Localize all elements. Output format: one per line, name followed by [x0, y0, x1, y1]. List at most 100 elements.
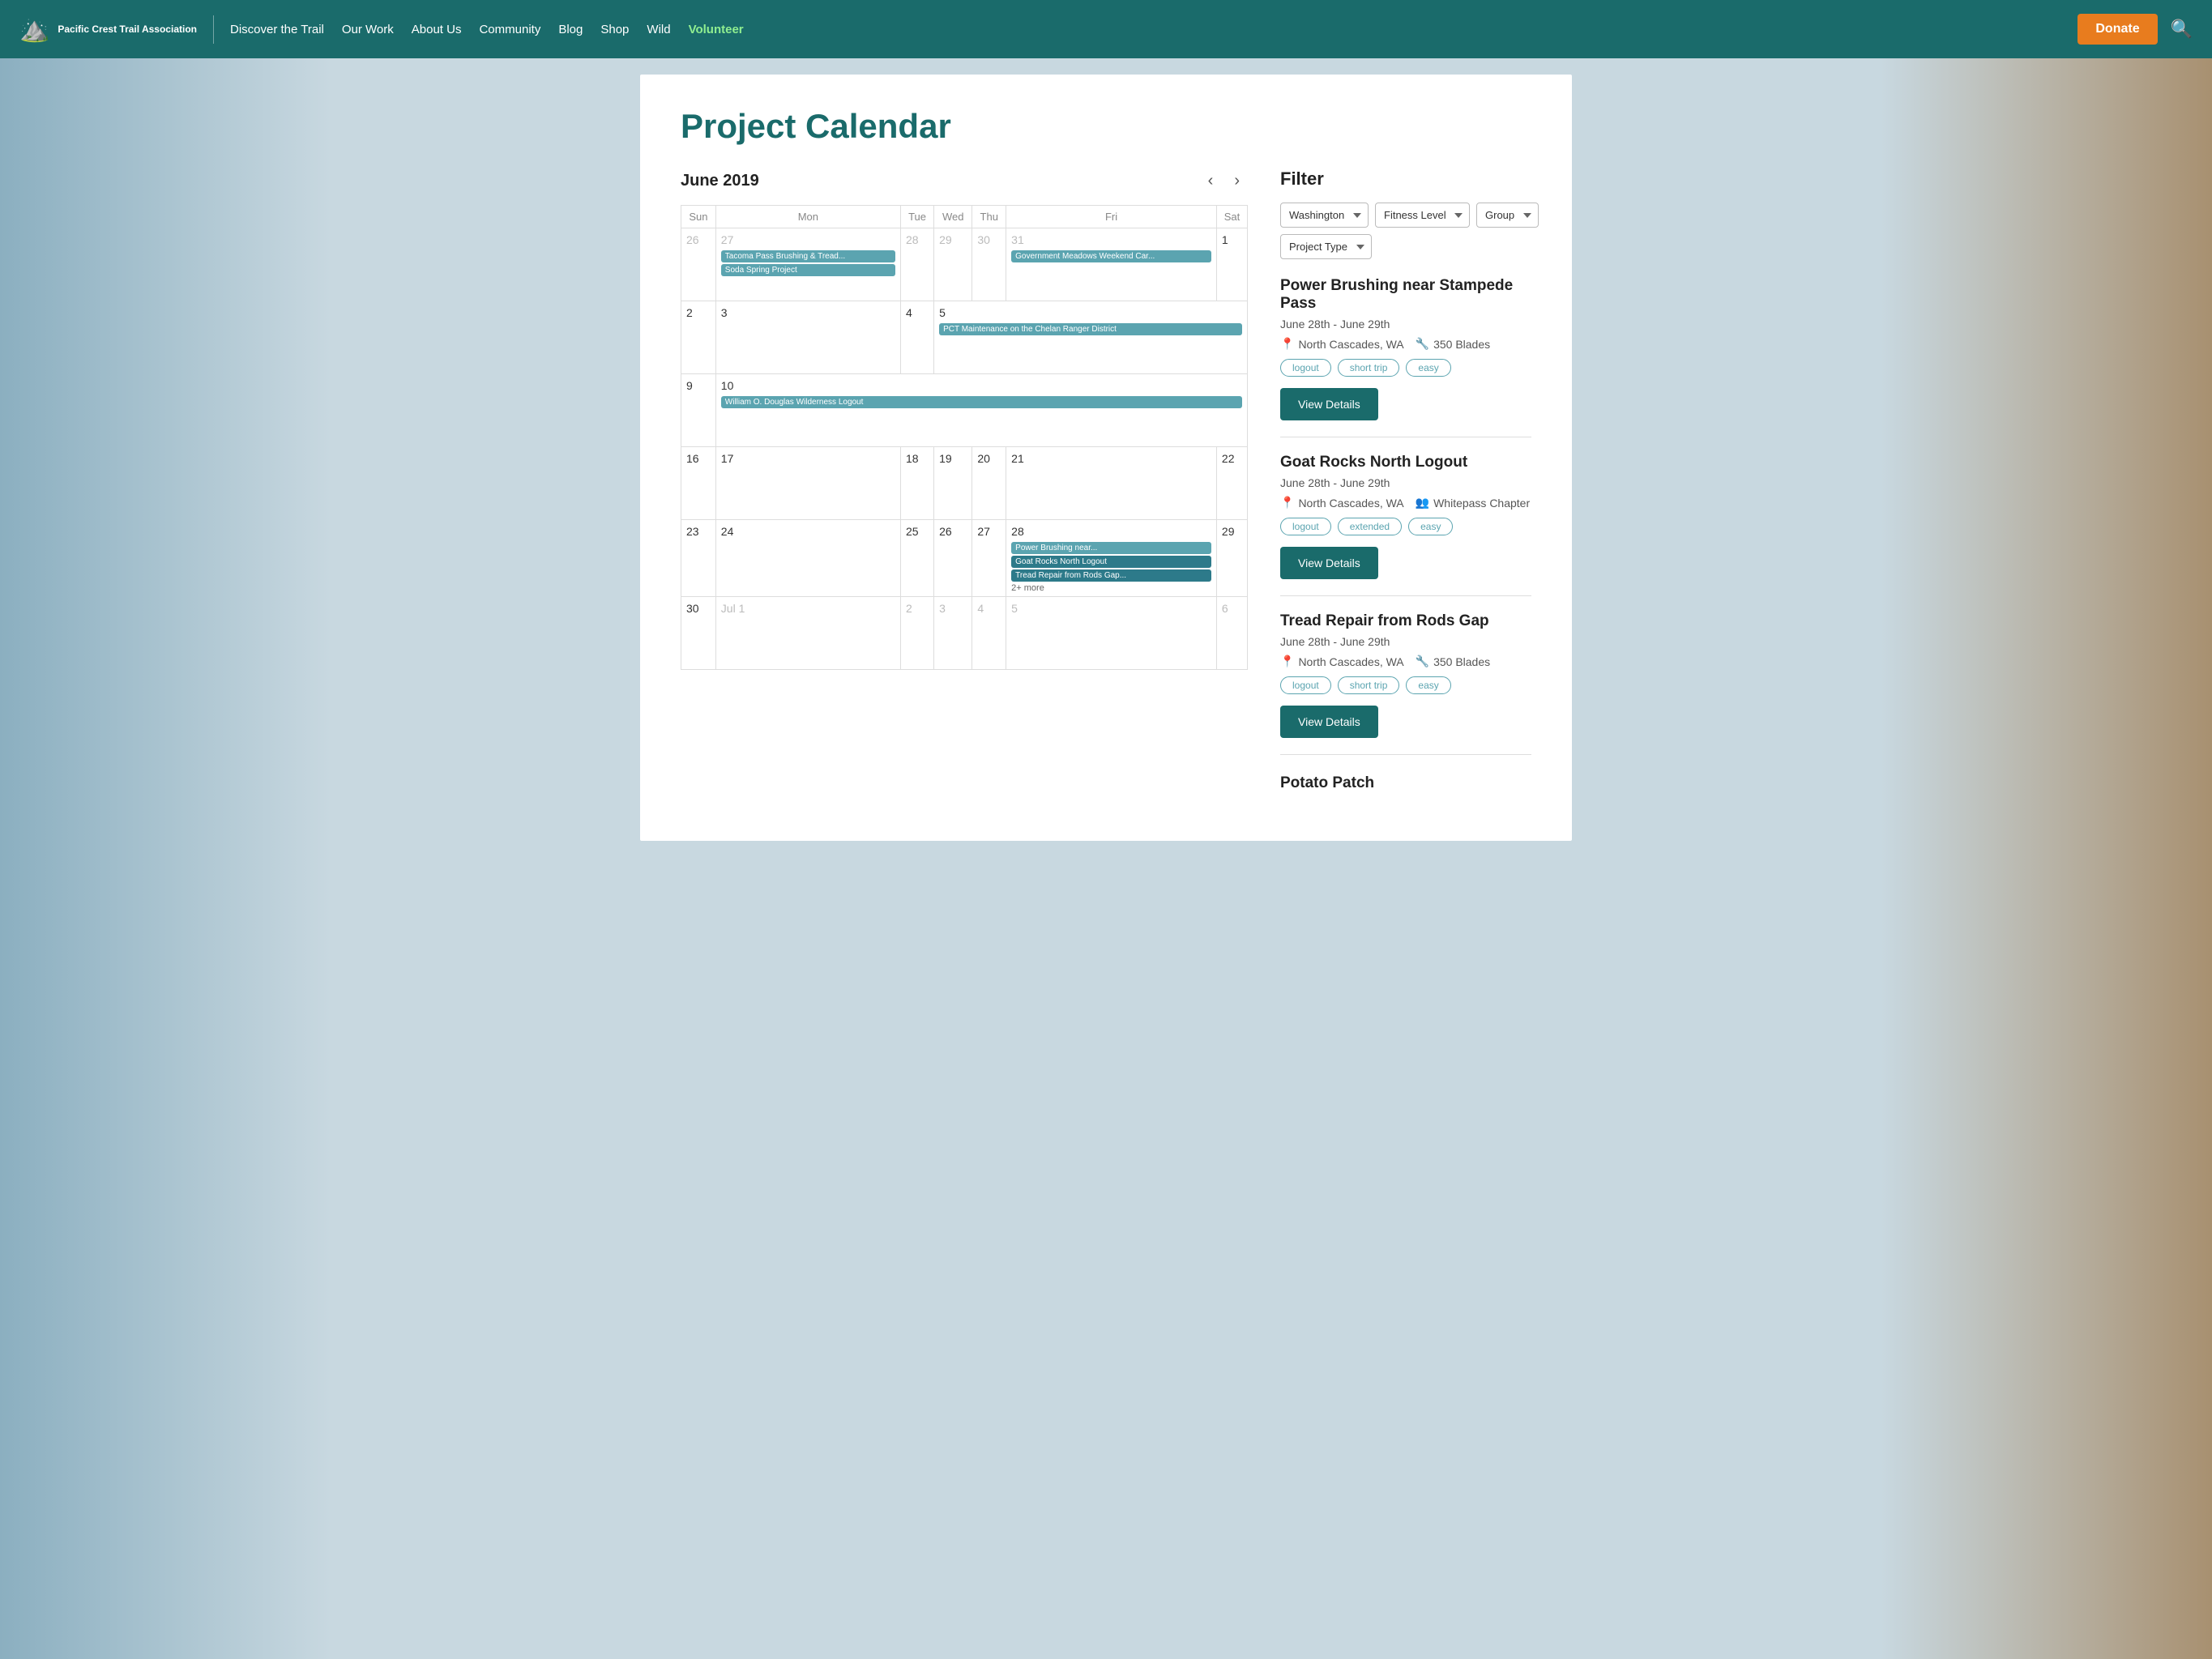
event-card-1: Power Brushing near Stampede Pass June 2…: [1280, 277, 1531, 437]
cal-event-william[interactable]: William O. Douglas Wilderness Logout: [721, 396, 1242, 408]
tag-easy-2: easy: [1408, 518, 1453, 535]
page-title: Project Calendar: [681, 107, 1531, 146]
event-1-location: 📍 North Cascades, WA: [1280, 337, 1404, 351]
cal-day-5: 5PCT Maintenance on the Chelan Ranger Di…: [934, 301, 1248, 374]
nav-link-discover[interactable]: Discover the Trail: [230, 23, 324, 36]
weekday-fri: Fri: [1006, 206, 1217, 228]
cal-day-jul4: 4: [972, 597, 1006, 670]
map-pin-icon-3: 📍: [1280, 655, 1294, 668]
cal-day-jul6: 6: [1216, 597, 1247, 670]
cal-day-29-may: 29: [934, 228, 972, 301]
cal-day-16: 16: [681, 447, 716, 520]
cal-day-30-may: 30: [972, 228, 1006, 301]
cal-day-18: 18: [900, 447, 933, 520]
cal-day-24: 24: [715, 520, 900, 597]
logo-text: Pacific Crest Trail Association: [58, 23, 197, 36]
nav-logo[interactable]: ⛰️ Pacific Crest Trail Association: [19, 15, 214, 44]
filter-fitness[interactable]: Fitness Level: [1375, 203, 1470, 228]
group-icon-2: 👥: [1416, 496, 1429, 510]
view-details-3-button[interactable]: View Details: [1280, 706, 1378, 738]
filter-title: Filter: [1280, 168, 1531, 190]
search-button[interactable]: 🔍: [2171, 19, 2193, 40]
event-card-4: Potato Patch: [1280, 771, 1531, 792]
event-card-3: Tread Repair from Rods Gap June 28th - J…: [1280, 612, 1531, 755]
donate-button[interactable]: Donate: [2077, 14, 2157, 45]
event-3-dates: June 28th - June 29th: [1280, 635, 1531, 648]
filter-washington[interactable]: Washington: [1280, 203, 1369, 228]
cal-day-21: 21: [1006, 447, 1217, 520]
cal-day-26-may: 26: [681, 228, 716, 301]
cal-event-tacoma[interactable]: Tacoma Pass Brushing & Tread...: [721, 250, 895, 262]
event-3-tags: logout short trip easy: [1280, 676, 1531, 694]
cal-day-jul2: 2: [900, 597, 933, 670]
nav-link-shop[interactable]: Shop: [600, 23, 629, 36]
cal-day-20: 20: [972, 447, 1006, 520]
cal-day-29: 29: [1216, 520, 1247, 597]
event-1-title: Power Brushing near Stampede Pass: [1280, 277, 1531, 313]
event-3-meta: 📍 North Cascades, WA 🔧 350 Blades: [1280, 655, 1531, 668]
tool-icon-3: 🔧: [1416, 655, 1429, 668]
filter-group[interactable]: Group: [1476, 203, 1539, 228]
event-card-2: Goat Rocks North Logout June 28th - June…: [1280, 454, 1531, 596]
prev-month-button[interactable]: ‹: [1200, 168, 1222, 194]
weekday-sat: Sat: [1216, 206, 1247, 228]
nav-link-wild[interactable]: Wild: [647, 23, 670, 36]
tag-extended-2: extended: [1338, 518, 1402, 535]
cal-event-power[interactable]: Power Brushing near...: [1011, 542, 1211, 554]
tag-logout-1: logout: [1280, 359, 1331, 377]
cal-day-27: 27: [972, 520, 1006, 597]
event-3-title: Tread Repair from Rods Gap: [1280, 612, 1531, 630]
event-2-location: 📍 North Cascades, WA: [1280, 496, 1404, 510]
weekday-sun: Sun: [681, 206, 716, 228]
cal-more-link[interactable]: 2+ more: [1011, 583, 1211, 593]
cal-day-31-may: 31Government Meadows Weekend Car...: [1006, 228, 1217, 301]
calendar-nav: ‹ ›: [1200, 168, 1248, 194]
tag-easy-3: easy: [1406, 676, 1450, 694]
cal-day-jul5: 5: [1006, 597, 1217, 670]
tag-short-trip-3: short trip: [1338, 676, 1400, 694]
cal-day-17: 17: [715, 447, 900, 520]
cal-event-government[interactable]: Government Meadows Weekend Car...: [1011, 250, 1211, 262]
event-4-title: Potato Patch: [1280, 774, 1531, 792]
weekday-wed: Wed: [934, 206, 972, 228]
cal-day-9: 9: [681, 374, 716, 447]
nav-link-community[interactable]: Community: [479, 23, 540, 36]
cal-day-30: 30: [681, 597, 716, 670]
nav-link-aboutus[interactable]: About Us: [412, 23, 462, 36]
cal-event-soda[interactable]: Soda Spring Project: [721, 264, 895, 276]
cal-day-22: 22: [1216, 447, 1247, 520]
weekday-thu: Thu: [972, 206, 1006, 228]
tag-logout-2: logout: [1280, 518, 1331, 535]
event-2-dates: June 28th - June 29th: [1280, 476, 1531, 489]
event-1-detail: 🔧 350 Blades: [1416, 337, 1491, 351]
nav-link-volunteer[interactable]: Volunteer: [689, 23, 744, 36]
cal-day-jul3: 3: [934, 597, 972, 670]
event-1-dates: June 28th - June 29th: [1280, 318, 1531, 331]
cal-day-10: 10William O. Douglas Wilderness Logout: [715, 374, 1247, 447]
filter-row-1: Washington Fitness Level Group: [1280, 203, 1531, 228]
map-pin-icon-2: 📍: [1280, 496, 1294, 510]
logo-mountain-icon: ⛰️: [19, 15, 49, 44]
event-1-meta: 📍 North Cascades, WA 🔧 350 Blades: [1280, 337, 1531, 351]
nav-link-blog[interactable]: Blog: [558, 23, 583, 36]
next-month-button[interactable]: ›: [1226, 168, 1248, 194]
filter-project-type[interactable]: Project Type: [1280, 234, 1372, 259]
cal-day-1: 1: [1216, 228, 1247, 301]
nav-link-ourwork[interactable]: Our Work: [342, 23, 394, 36]
event-3-detail: 🔧 350 Blades: [1416, 655, 1491, 668]
cal-day-jul1: Jul 1: [715, 597, 900, 670]
event-1-tags: logout short trip easy: [1280, 359, 1531, 377]
tag-logout-3: logout: [1280, 676, 1331, 694]
cal-day-4: 4: [900, 301, 933, 374]
weekday-tue: Tue: [900, 206, 933, 228]
view-details-2-button[interactable]: View Details: [1280, 547, 1378, 579]
view-details-1-button[interactable]: View Details: [1280, 388, 1378, 420]
cal-event-tread[interactable]: Tread Repair from Rods Gap...: [1011, 569, 1211, 582]
event-2-tags: logout extended easy: [1280, 518, 1531, 535]
cal-event-pct-chelan[interactable]: PCT Maintenance on the Chelan Ranger Dis…: [939, 323, 1242, 335]
tool-icon: 🔧: [1416, 337, 1429, 351]
cal-day-28: 28 Power Brushing near... Goat Rocks Nor…: [1006, 520, 1217, 597]
cal-event-goat[interactable]: Goat Rocks North Logout: [1011, 556, 1211, 568]
cal-day-3: 3: [715, 301, 900, 374]
map-pin-icon: 📍: [1280, 337, 1294, 351]
